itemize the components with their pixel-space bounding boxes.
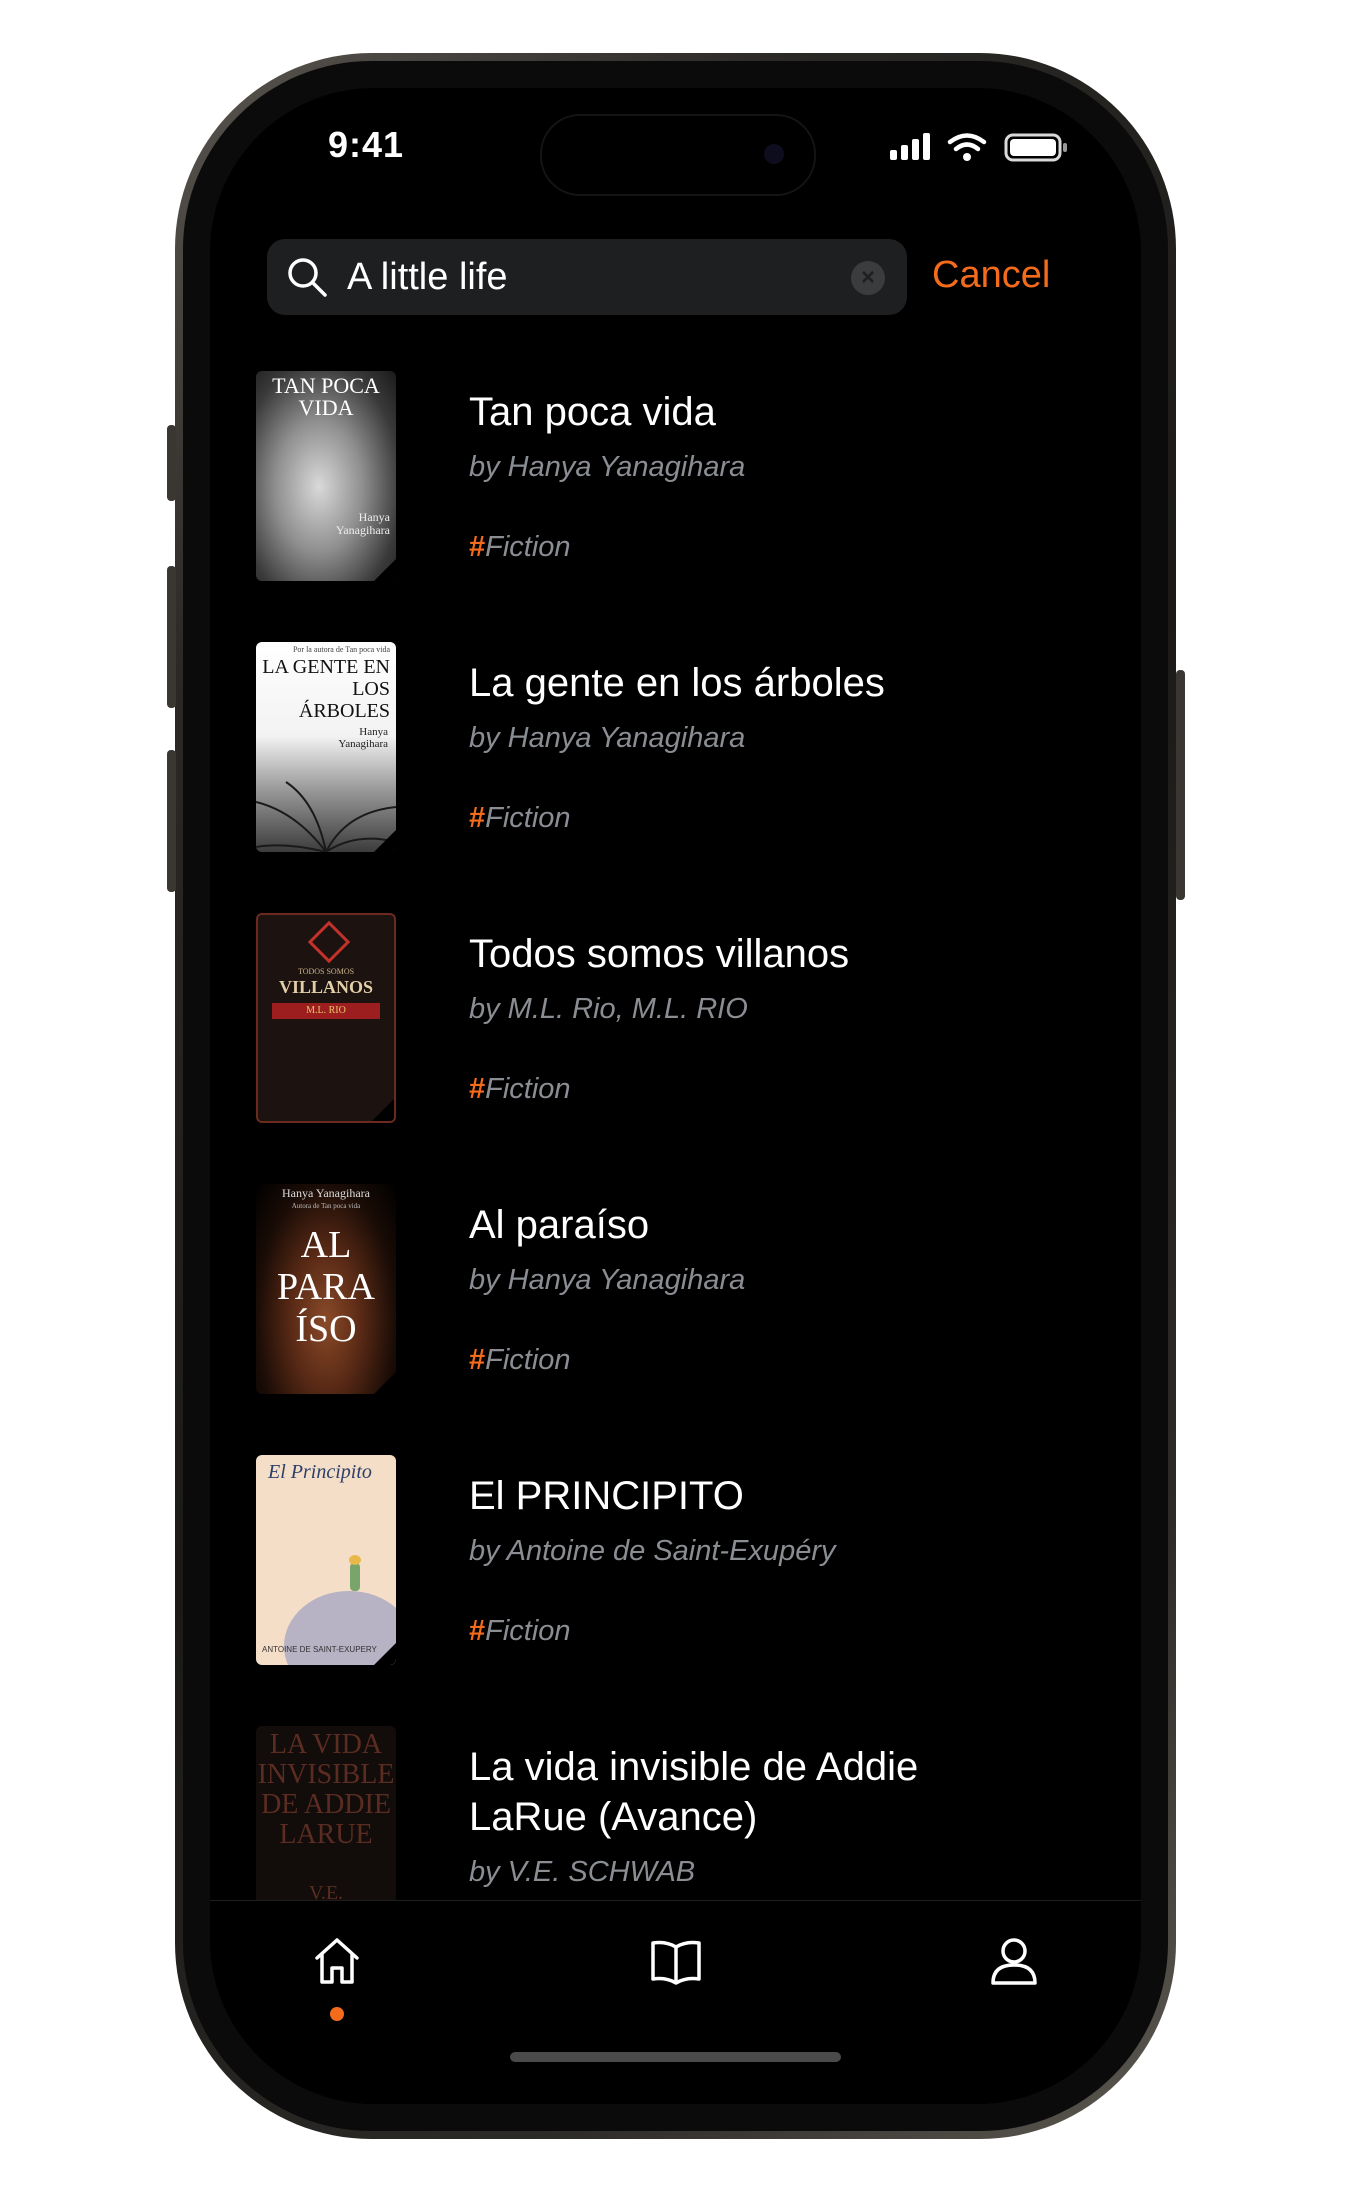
home-icon xyxy=(315,1938,359,1984)
tab-home[interactable] xyxy=(307,1931,367,1991)
book-author: by Hanya Yanagihara xyxy=(469,1264,746,1296)
tab-bar xyxy=(210,1900,1141,2104)
tab-library[interactable] xyxy=(646,1931,706,1991)
volume-up-button xyxy=(167,566,176,708)
status-time: 9:41 xyxy=(328,124,405,165)
battery-icon xyxy=(1004,133,1067,162)
book-title: Todos somos villanos xyxy=(469,932,850,976)
cover-top-line: TODOS SOMOS xyxy=(297,967,355,976)
book-title: La vida invisible de Addie LaRue (Avance… xyxy=(469,1745,919,1839)
tab-profile[interactable] xyxy=(984,1931,1044,1991)
hash-icon: # xyxy=(469,802,486,834)
power-button xyxy=(1176,670,1185,900)
wifi-icon xyxy=(947,133,987,152)
little-prince-figure xyxy=(350,1563,360,1591)
book-title: La gente en los árboles xyxy=(469,661,885,705)
book-tag: #Fiction xyxy=(469,1615,571,1648)
book-cover[interactable]: TODOS SOMOS VILLANOS M.L. RIO xyxy=(256,913,396,1123)
book-tag: #Fiction xyxy=(469,802,571,835)
book-cover[interactable]: TAN POCA VIDA Hanya Yanagihara xyxy=(256,371,396,581)
camera-icon xyxy=(764,144,784,164)
book-title: Tan poca vida xyxy=(469,390,716,434)
person-icon xyxy=(991,1938,1037,1985)
cover-author: ANTOINE DE SAINT-EXUPERY xyxy=(262,1645,377,1654)
hash-icon: # xyxy=(469,1615,486,1647)
active-tab-indicator xyxy=(330,2007,344,2021)
book-open-icon xyxy=(651,1940,701,1985)
status-icons xyxy=(890,132,1090,169)
book-title: El PRINCIPITO xyxy=(469,1474,744,1518)
list-item[interactable]: TAN POCA VIDA Hanya Yanagihara Tan poca … xyxy=(256,371,1096,583)
cover-title: AL PARA ÍSO xyxy=(277,1224,375,1350)
book-tag-label: Fiction xyxy=(485,1344,571,1376)
cover-title: VILLANOS xyxy=(278,977,374,997)
book-tag: #Fiction xyxy=(469,1073,571,1106)
cover-corner xyxy=(372,1099,394,1121)
book-author: by M.L. Rio, M.L. RIO xyxy=(469,993,748,1025)
cover-author: Hanya Yanagihara xyxy=(335,510,390,537)
book-tag: #Fiction xyxy=(469,531,571,564)
little-prince-hair xyxy=(349,1555,361,1565)
action-button xyxy=(167,425,176,501)
cover-author: M.L. RIO xyxy=(306,1005,346,1016)
cover-title: TAN POCA VIDA xyxy=(272,373,380,420)
clear-search-icon[interactable]: × xyxy=(851,261,885,295)
book-author: by V.E. SCHWAB xyxy=(469,1856,696,1888)
book-author: by Antoine de Saint-Exupéry xyxy=(469,1535,836,1567)
cellular-signal-icon xyxy=(890,133,930,160)
volume-down-button xyxy=(167,750,176,892)
cover-corner xyxy=(374,559,396,581)
book-tag-label: Fiction xyxy=(485,1615,571,1647)
book-author: by Hanya Yanagihara xyxy=(469,451,746,483)
book-cover[interactable]: Por la autora de Tan poca vida LA GENTE … xyxy=(256,642,396,852)
hash-icon: # xyxy=(469,531,486,563)
cover-corner xyxy=(374,830,396,852)
screen: 9:41 A little life × Cancel TAN POCA VID… xyxy=(210,88,1141,2104)
book-author: by Hanya Yanagihara xyxy=(469,722,746,754)
book-cover[interactable]: El Principito ANTOINE DE SAINT-EXUPERY xyxy=(256,1455,396,1665)
list-item[interactable]: Por la autora de Tan poca vida LA GENTE … xyxy=(256,642,1096,854)
book-tag-label: Fiction xyxy=(485,531,571,563)
wifi-dot xyxy=(963,153,971,161)
hash-icon: # xyxy=(469,1073,486,1105)
search-bar[interactable]: A little life × xyxy=(267,239,907,315)
book-tag-label: Fiction xyxy=(485,1073,571,1105)
cover-title: LA VIDA INVISIBLE DE ADDIE LARUE xyxy=(257,1729,395,1850)
search-icon xyxy=(285,255,329,304)
hash-icon: # xyxy=(469,1344,486,1376)
cover-title: El Principito xyxy=(268,1461,372,1483)
list-item[interactable]: Hanya Yanagihara Autora de Tan poca vida… xyxy=(256,1184,1096,1396)
cover-top-line: Hanya Yanagihara xyxy=(282,1186,370,1200)
cover-corner xyxy=(374,1372,396,1394)
list-item[interactable]: TODOS SOMOS VILLANOS M.L. RIO Todos somo… xyxy=(256,913,1096,1125)
book-cover[interactable]: Hanya Yanagihara Autora de Tan poca vida… xyxy=(256,1184,396,1394)
cover-ornament xyxy=(307,920,351,964)
search-input[interactable]: A little life xyxy=(347,253,508,301)
cover-subtitle: Autora de Tan poca vida xyxy=(291,1202,361,1210)
book-tag-label: Fiction xyxy=(485,802,571,834)
dynamic-island xyxy=(540,114,816,196)
cancel-button[interactable]: Cancel xyxy=(932,250,1050,300)
home-indicator xyxy=(510,2052,841,2062)
cover-author: Hanya Yanagihara xyxy=(338,726,388,750)
book-title: Al paraíso xyxy=(469,1203,650,1247)
cover-top-line: Por la autora de Tan poca vida xyxy=(292,645,390,654)
list-item[interactable]: El Principito ANTOINE DE SAINT-EXUPERY E… xyxy=(256,1455,1096,1667)
cover-title: LA GENTE EN LOS ÁRBOLES xyxy=(262,656,390,722)
book-tag: #Fiction xyxy=(469,1344,571,1377)
cover-corner xyxy=(374,1643,396,1665)
